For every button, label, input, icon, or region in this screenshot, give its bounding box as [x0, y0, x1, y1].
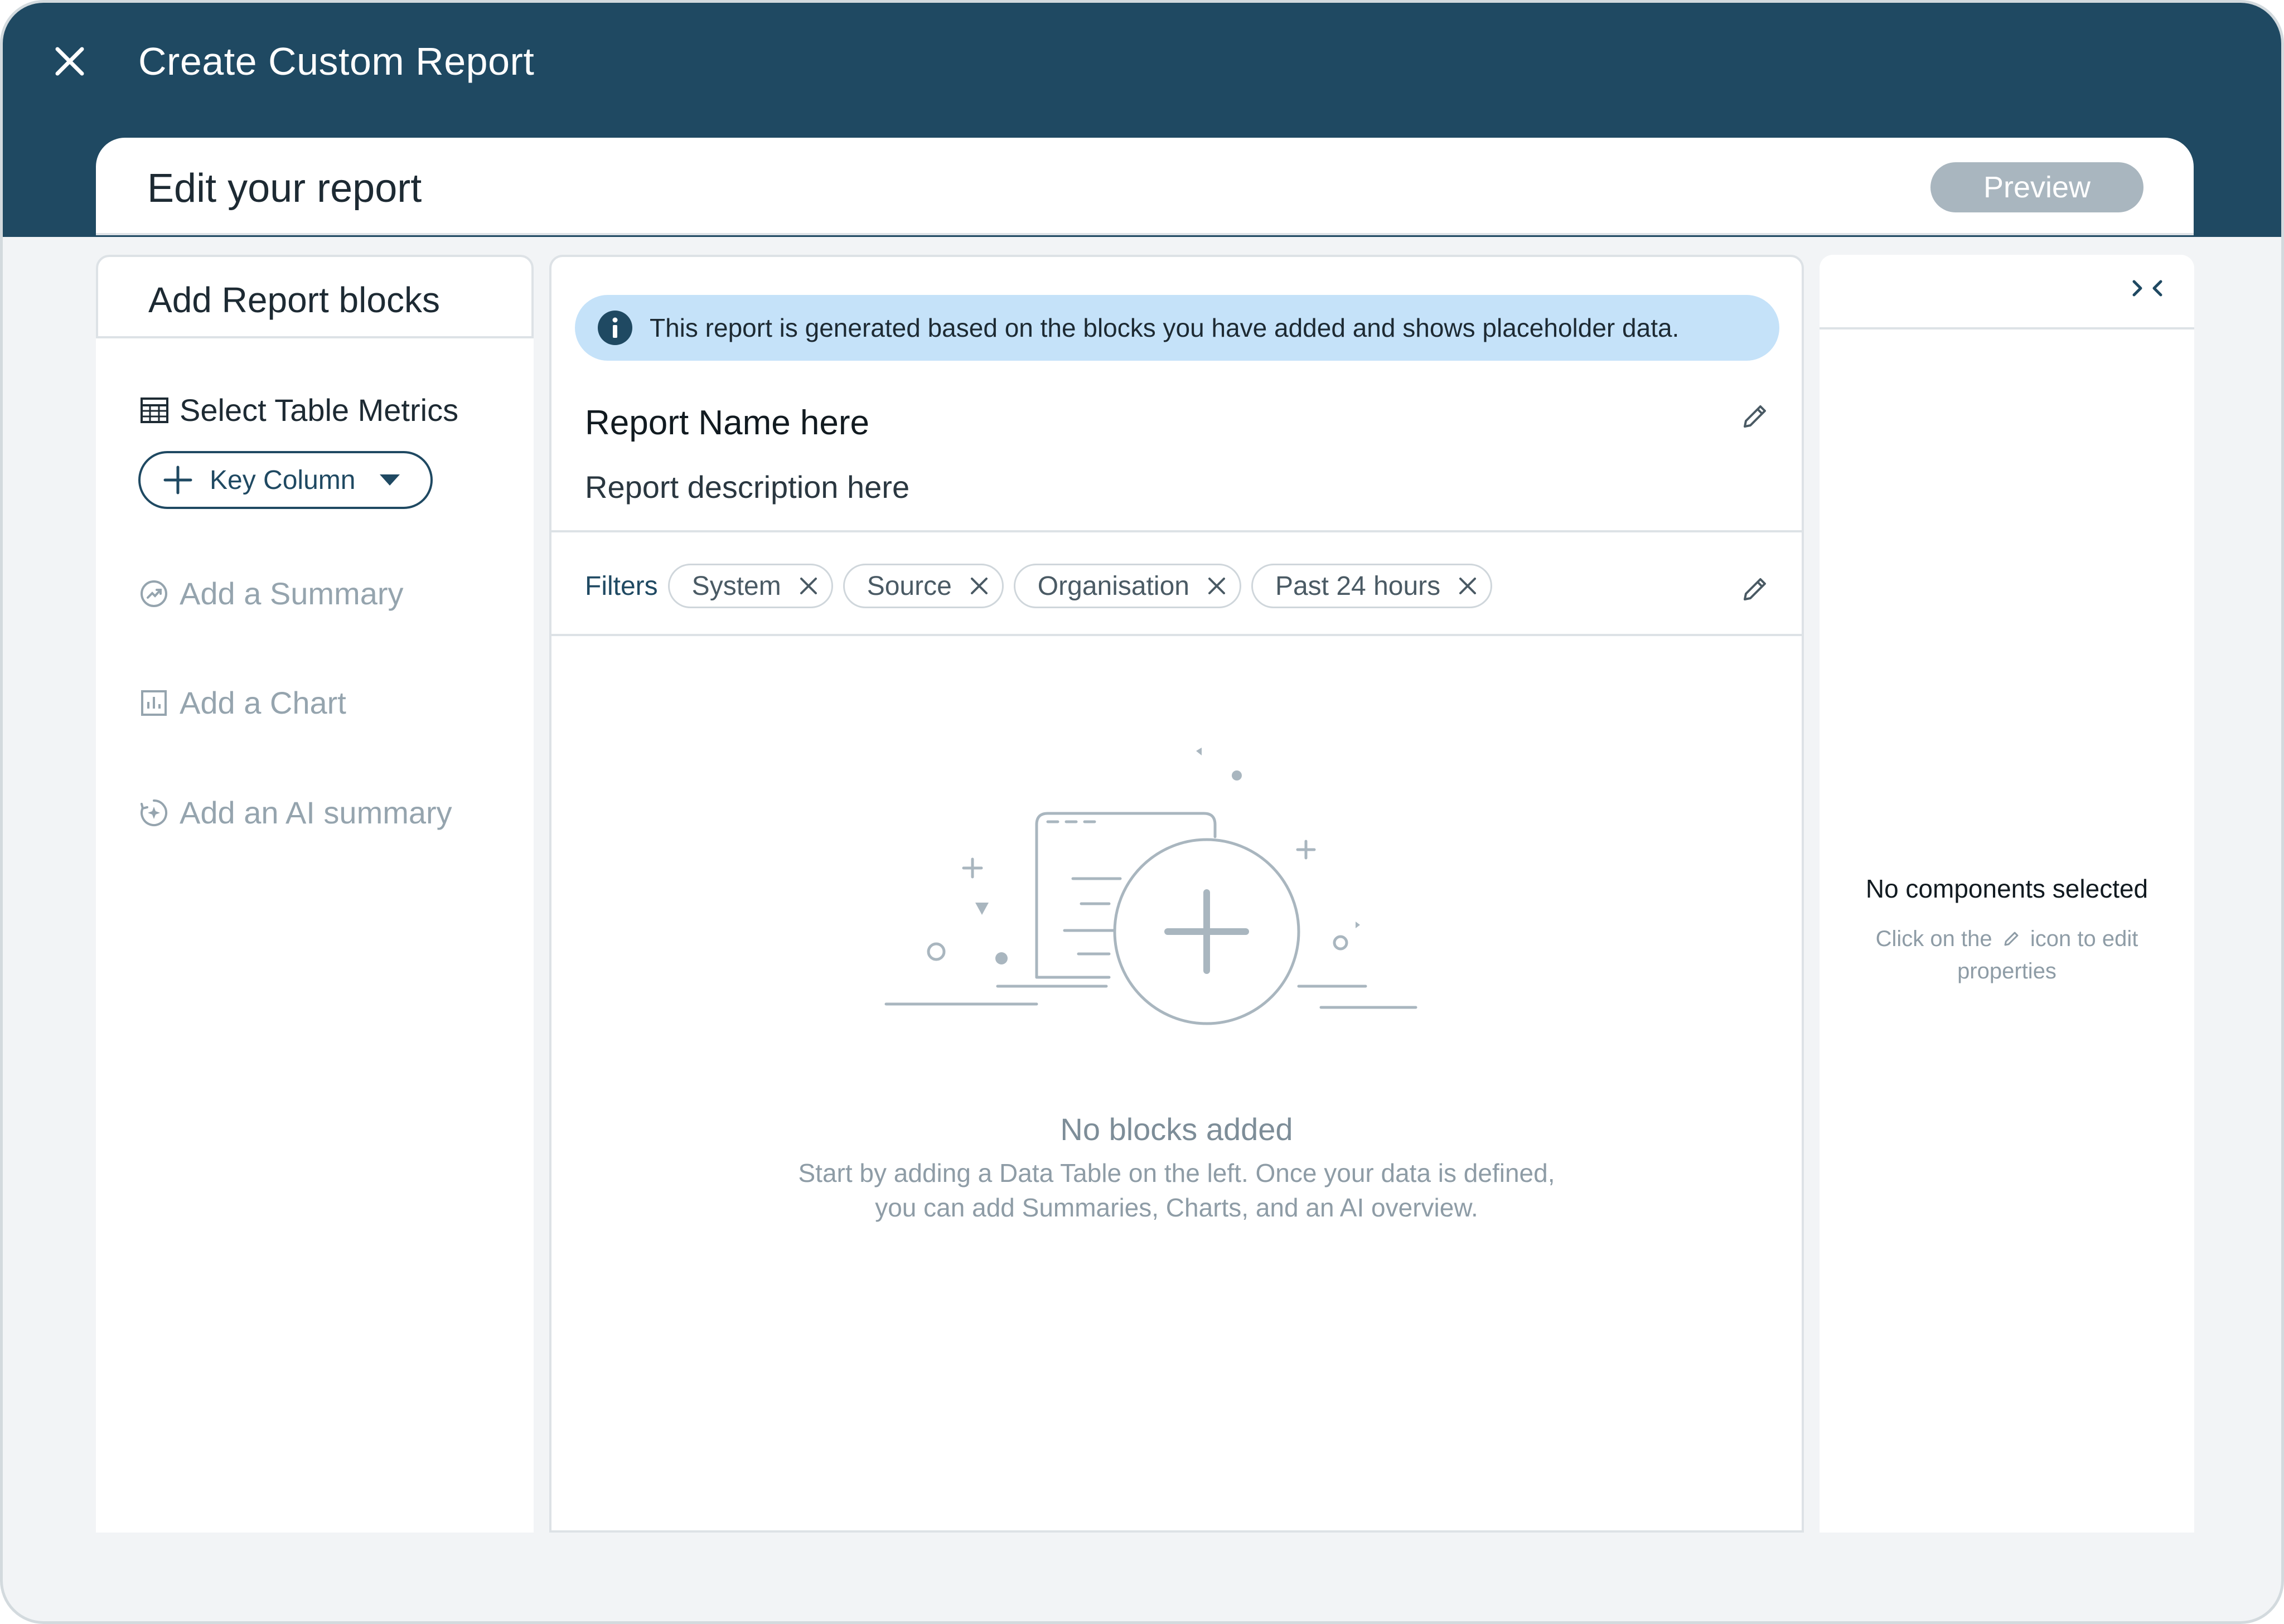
- no-components-hint: Click on the icon to edit properties: [1864, 924, 2150, 986]
- remove-filter-button[interactable]: [798, 575, 819, 597]
- key-column-dropdown[interactable]: Key Column: [138, 451, 433, 509]
- pencil-icon: [1744, 578, 1766, 600]
- chevron-down-icon: [379, 473, 401, 487]
- add-blocks-title: Add Report blocks: [148, 280, 440, 320]
- divider: [551, 634, 1802, 636]
- report-description: Report description here: [585, 469, 910, 505]
- remove-filter-button[interactable]: [1206, 575, 1227, 597]
- properties-header: [1820, 255, 2194, 329]
- divider: [551, 530, 1802, 532]
- filter-chip-source[interactable]: Source: [843, 564, 1004, 608]
- select-table-metrics[interactable]: Select Table Metrics: [139, 392, 458, 428]
- empty-state-illustration: [884, 748, 1417, 1025]
- hint-prefix: Click on the: [1875, 927, 1992, 951]
- preview-button[interactable]: Preview: [1930, 162, 2143, 212]
- edit-report-details-button[interactable]: [1739, 401, 1770, 435]
- report-canvas: This report is generated based on the bl…: [549, 255, 1804, 1533]
- plus-icon: [163, 465, 193, 495]
- pencil-icon: [2002, 926, 2021, 956]
- close-icon: [800, 578, 817, 594]
- remove-filter-button[interactable]: [969, 575, 990, 597]
- add-chart-label: Add a Chart: [180, 685, 346, 720]
- close-icon: [1208, 578, 1225, 594]
- close-icon: [1459, 578, 1477, 594]
- info-text: This report is generated based on the bl…: [650, 313, 1680, 342]
- filter-chip-label: Past 24 hours: [1275, 571, 1441, 601]
- empty-state-description: Start by adding a Data Table on the left…: [551, 1156, 1802, 1225]
- close-button[interactable]: [47, 39, 92, 84]
- empty-state-line: you can add Summaries, Charts, and an AI…: [875, 1193, 1478, 1222]
- add-chart-block[interactable]: Add a Chart: [139, 685, 346, 721]
- filter-chip-time-range[interactable]: Past 24 hours: [1251, 564, 1493, 608]
- close-icon: [970, 578, 988, 594]
- no-components-title: No components selected: [1865, 874, 2148, 903]
- filter-chip-label: Source: [867, 571, 952, 601]
- app-window: Create Custom Report Edit your report Pr…: [0, 0, 2284, 1624]
- add-blocks-header: Add Report blocks: [96, 255, 534, 338]
- add-ai-summary-block[interactable]: Add an AI summary: [139, 794, 452, 831]
- add-summary-block[interactable]: Add a Summary: [139, 575, 404, 612]
- select-table-metrics-label: Select Table Metrics: [180, 392, 459, 428]
- pencil-icon: [1744, 405, 1766, 428]
- ai-summary-icon: [139, 798, 168, 827]
- properties-panel: No components selected Click on the icon…: [1820, 255, 2194, 1533]
- info-icon: [597, 310, 633, 346]
- summary-icon: [139, 579, 168, 608]
- collapse-icon: [2132, 280, 2162, 297]
- collapse-panel-button[interactable]: [2131, 277, 2164, 302]
- close-icon: [55, 47, 84, 76]
- filter-chip-system[interactable]: System: [667, 564, 833, 608]
- table-icon: [139, 395, 170, 425]
- key-column-label: Key Column: [210, 465, 356, 495]
- add-summary-label: Add a Summary: [180, 576, 404, 611]
- info-banner: This report is generated based on the bl…: [575, 295, 1779, 361]
- chart-icon: [139, 689, 168, 718]
- edit-filters-button[interactable]: [1739, 574, 1770, 608]
- filters-row: Filters System Source Organisation Past …: [585, 564, 1502, 608]
- report-name: Report Name here: [585, 404, 870, 442]
- edit-header: Edit your report Preview: [96, 138, 2194, 235]
- add-blocks-panel: Add Report blocks Select Table Metrics K…: [96, 255, 534, 1533]
- filter-chip-label: Organisation: [1037, 571, 1189, 601]
- window-title: Create Custom Report: [138, 40, 535, 83]
- add-ai-summary-label: Add an AI summary: [180, 795, 452, 830]
- remove-filter-button[interactable]: [1457, 575, 1478, 597]
- editor-title: Edit your report: [147, 166, 422, 211]
- filter-chip-label: System: [691, 571, 781, 601]
- filters-label: Filters: [585, 571, 658, 601]
- empty-state-line: Start by adding a Data Table on the left…: [798, 1158, 1555, 1187]
- empty-state-title: No blocks added: [1060, 1112, 1293, 1147]
- filter-chip-organisation[interactable]: Organisation: [1013, 564, 1241, 608]
